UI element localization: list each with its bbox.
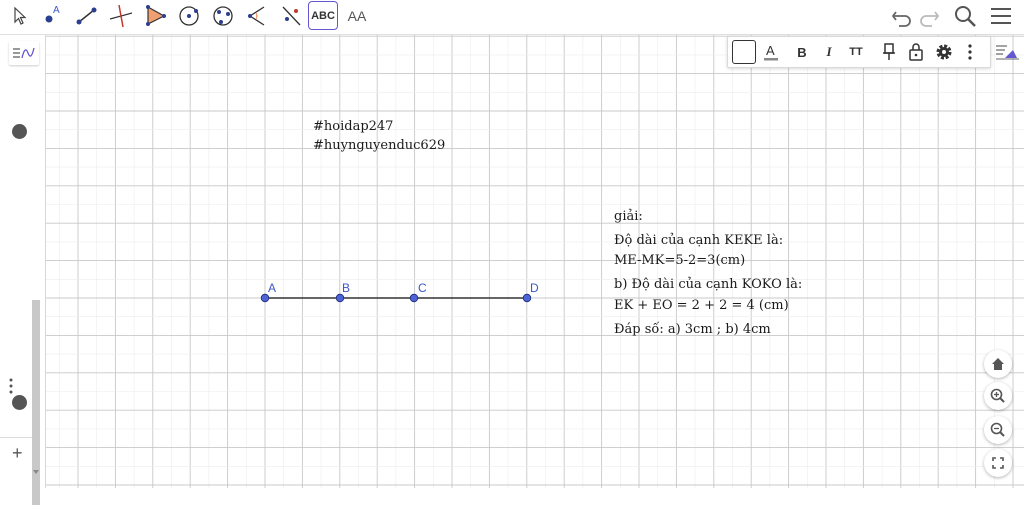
point-c-label: C: [418, 281, 427, 295]
text-size-button[interactable]: TT: [844, 40, 868, 64]
redo-button[interactable]: [916, 4, 942, 28]
ellipse-tool[interactable]: [208, 1, 238, 30]
pin-icon: [883, 43, 895, 60]
perpendicular-line-icon: [109, 4, 133, 28]
algebra-view-toggle[interactable]: [9, 41, 39, 65]
lock-button[interactable]: [904, 40, 928, 64]
bold-button[interactable]: B: [790, 40, 814, 64]
zoom-out-icon: [990, 422, 1005, 437]
menu-icon: [991, 8, 1011, 24]
arrow-pointer-icon: [14, 6, 27, 25]
scroll-down-arrow[interactable]: [32, 463, 40, 474]
fullscreen-icon: [992, 457, 1004, 469]
move-tool[interactable]: [4, 1, 34, 30]
gear-icon: [936, 44, 952, 60]
hashtag-text-2[interactable]: #huynguyenduc629: [313, 138, 445, 153]
solution-line-4[interactable]: b) Độ dài của cạnh KOKO là:: [614, 277, 802, 292]
solution-line-6[interactable]: Đáp số: a) 3cm ; b) 4cm: [614, 322, 771, 337]
text-color-icon: A: [764, 43, 778, 61]
more-button[interactable]: [958, 40, 982, 64]
segment-tool[interactable]: [72, 1, 102, 30]
toolbar: A ABC AA: [0, 0, 1024, 35]
undo-icon: [891, 11, 911, 27]
pin-button[interactable]: [877, 40, 901, 64]
add-input-button[interactable]: +: [12, 443, 23, 464]
more-vertical-icon: [968, 44, 972, 60]
abc-text-icon: ABC: [311, 9, 335, 22]
solution-line-2[interactable]: Độ dài của cạnh KEKE là:: [614, 233, 783, 248]
graphics-style-icon: [996, 45, 1019, 60]
angle-icon: [248, 6, 265, 26]
svg-text:A: A: [766, 43, 775, 58]
point-tool[interactable]: A: [38, 1, 68, 30]
perpendicular-tool[interactable]: [106, 1, 136, 30]
ellipse-icon: [213, 6, 233, 26]
home-icon: [992, 358, 1004, 370]
point-tool-label: A: [53, 5, 60, 16]
zoom-out-button[interactable]: [984, 416, 1012, 444]
background-color-button[interactable]: [732, 40, 756, 64]
point-a-label: A: [268, 281, 277, 295]
redo-icon: [920, 11, 940, 27]
italic-button[interactable]: I: [817, 40, 841, 64]
text-tool[interactable]: ABC: [308, 1, 338, 30]
point-d-label: D: [530, 281, 539, 295]
settings-button[interactable]: [932, 40, 956, 64]
quote-icon: [12, 395, 27, 410]
algebra-view-icon: [13, 47, 35, 59]
aa-size-icon: AA: [347, 7, 367, 24]
solution-line-3[interactable]: ME-MK=5-2=3(cm): [614, 253, 745, 268]
graphics-view[interactable]: [46, 35, 1024, 488]
home-button[interactable]: [984, 350, 1012, 378]
reflect-line-icon: [282, 6, 301, 26]
style-bar: A B I TT: [727, 36, 991, 68]
angle-tool[interactable]: [242, 1, 272, 30]
text-color-button[interactable]: A: [759, 40, 783, 64]
more-options-icon[interactable]: [8, 377, 14, 395]
circle-tool[interactable]: [174, 1, 204, 30]
zoom-in-button[interactable]: [984, 382, 1012, 410]
circle-center-icon: [179, 6, 199, 26]
zoom-in-icon: [990, 388, 1005, 403]
fullscreen-button[interactable]: [984, 449, 1012, 477]
quote-icon: [12, 124, 27, 139]
slider-tool[interactable]: AA: [342, 1, 372, 30]
search-button[interactable]: [952, 4, 978, 28]
lock-icon: [909, 43, 923, 61]
grid: [46, 35, 1024, 488]
algebra-panel: +: [0, 35, 46, 505]
hashtag-text-1[interactable]: #hoidap247: [313, 119, 393, 134]
search-icon: [955, 6, 976, 27]
reflect-tool[interactable]: [276, 1, 306, 30]
point-b-label: B: [342, 281, 351, 295]
triangle-icon: [146, 5, 166, 26]
solution-line-5[interactable]: EK + EO = 2 + 2 = 4 (cm): [614, 298, 789, 313]
main-menu-button[interactable]: [988, 4, 1014, 28]
solution-line-1[interactable]: giải:: [614, 209, 643, 224]
segment-icon: [76, 7, 97, 25]
divider: [0, 437, 32, 438]
polygon-tool[interactable]: [140, 1, 170, 30]
undo-button[interactable]: [889, 4, 915, 28]
graphics-style-toggle[interactable]: [993, 40, 1021, 64]
